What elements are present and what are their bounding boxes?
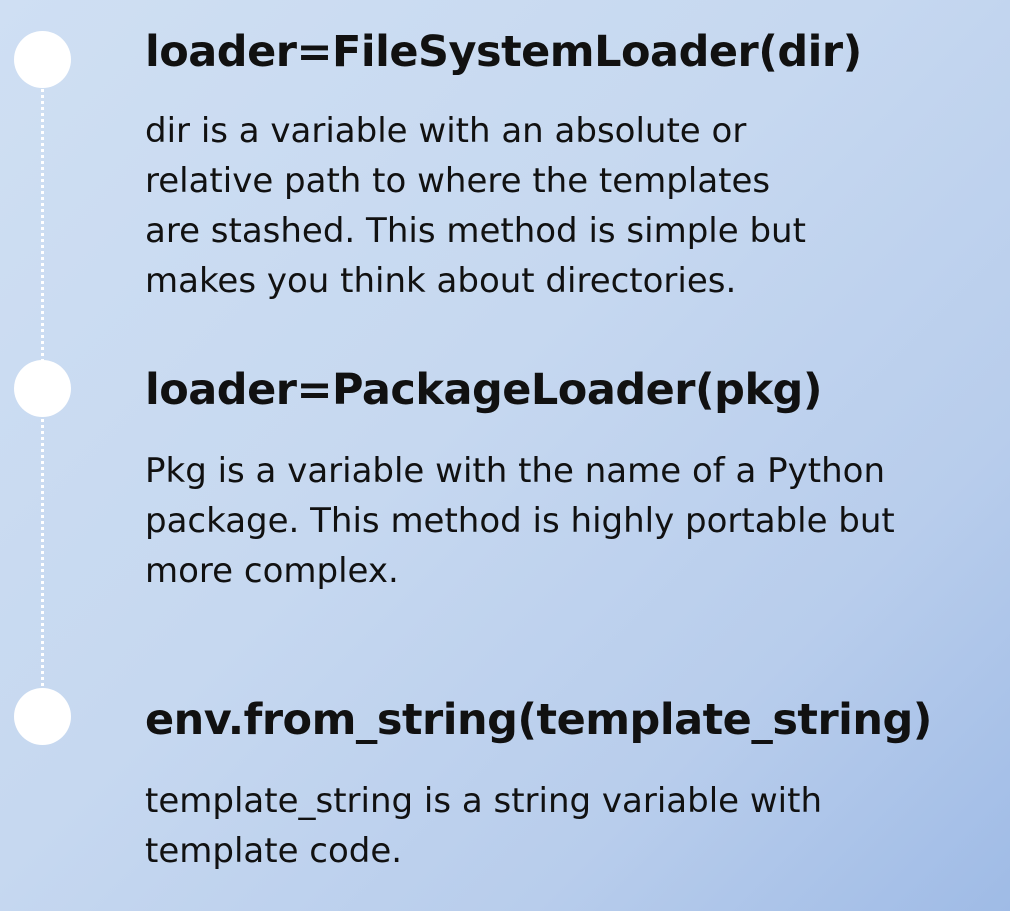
timeline-item-package-loader: loader=PackageLoader(pkg) Pkg is a varia… xyxy=(145,360,985,596)
item-description: template_string is a string variable wit… xyxy=(145,776,985,876)
description-line: relative path to where the templates xyxy=(145,161,771,201)
timeline-dot-3 xyxy=(14,688,71,745)
timeline-dot-1 xyxy=(14,31,71,88)
item-title: loader=FileSystemLoader(dir) xyxy=(145,27,862,77)
description-line: Pkg is a variable with the name of a Pyt… xyxy=(145,451,886,491)
timeline-item-from-string: env.from_string(template_string) templat… xyxy=(145,690,985,876)
timeline-item-filesystem-loader: loader=FileSystemLoader(dir) dir is a va… xyxy=(145,22,985,306)
item-description: dir is a variable with an absolute or re… xyxy=(145,106,985,306)
description-line: more complex. xyxy=(145,551,399,591)
item-title: env.from_string(template_string) xyxy=(145,695,932,745)
description-line: dir is a variable with an absolute or xyxy=(145,111,747,151)
description-line: makes you think about directories. xyxy=(145,261,737,301)
item-description: Pkg is a variable with the name of a Pyt… xyxy=(145,446,985,596)
description-line: are stashed. This method is simple but xyxy=(145,211,806,251)
item-title: loader=PackageLoader(pkg) xyxy=(145,365,822,415)
description-line: template code. xyxy=(145,831,403,871)
description-line: template_string is a string variable wit… xyxy=(145,781,823,821)
description-line: package. This method is highly portable … xyxy=(145,501,895,541)
timeline-dot-2 xyxy=(14,360,71,417)
